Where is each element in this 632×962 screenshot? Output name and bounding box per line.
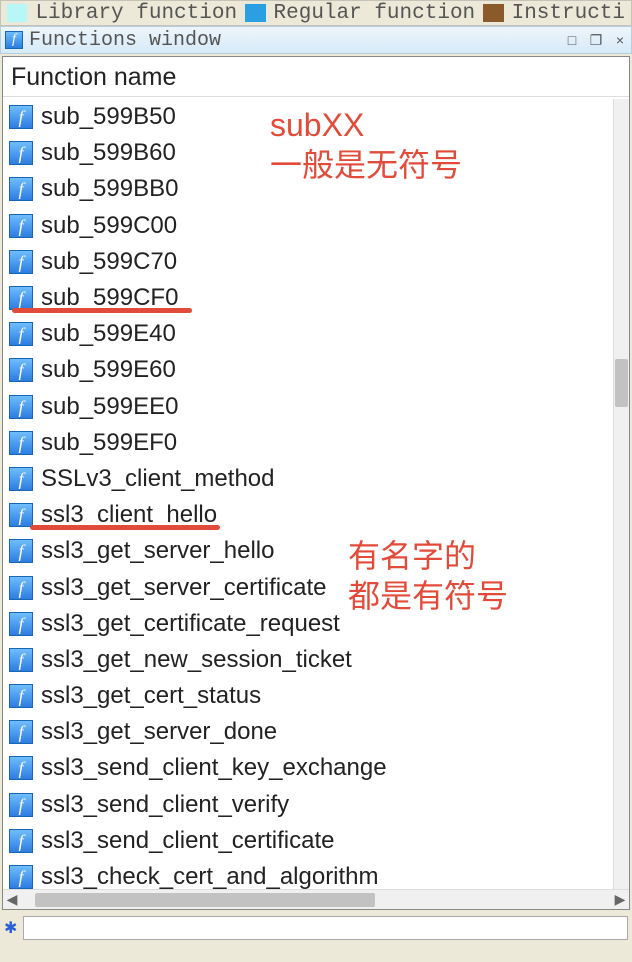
function-name: ssl3_send_client_key_exchange: [41, 754, 387, 782]
function-icon: f: [9, 720, 33, 744]
function-row[interactable]: f SSLv3_client_method: [3, 461, 613, 497]
function-row[interactable]: f ssl3_get_server_done: [3, 714, 613, 750]
hscroll-track[interactable]: [21, 893, 611, 907]
function-name: sub_599B50: [41, 103, 176, 131]
legend-instruction-swatch: [483, 4, 503, 22]
function-name: sub_599C70: [41, 248, 177, 276]
function-name: sub_599B60: [41, 139, 176, 167]
function-icon: f: [9, 177, 33, 201]
function-icon: f: [9, 395, 33, 419]
panel-minimize-button[interactable]: □: [565, 33, 579, 47]
function-icon: f: [9, 576, 33, 600]
function-icon: f: [9, 467, 33, 491]
function-icon: f: [9, 250, 33, 274]
function-row[interactable]: f sub_599E40: [3, 316, 613, 352]
legend-instruction-text: Instructi: [512, 2, 625, 25]
panel-close-button[interactable]: ×: [613, 33, 627, 47]
function-row[interactable]: f sub_599EE0: [3, 389, 613, 425]
hscroll-thumb[interactable]: [35, 893, 375, 907]
function-name: ssl3_get_new_session_ticket: [41, 646, 352, 674]
command-input[interactable]: [23, 916, 628, 940]
function-row[interactable]: f ssl3_check_cert_and_algorithm: [3, 859, 613, 889]
function-name: ssl3_client_hello: [41, 501, 217, 529]
panel-restore-button[interactable]: ❐: [589, 33, 603, 47]
legend-regular-swatch: [245, 4, 265, 22]
function-row[interactable]: f sub_599E60: [3, 352, 613, 388]
command-star-icon: ✱: [4, 918, 17, 938]
command-bar: ✱: [0, 912, 632, 944]
function-row[interactable]: f sub_599B60: [3, 135, 613, 171]
function-icon: f: [9, 358, 33, 382]
function-name: ssl3_get_server_certificate: [41, 574, 326, 602]
function-icon: f: [9, 684, 33, 708]
panel-title-text: Functions window: [29, 29, 555, 52]
function-row[interactable]: f sub_599CF0: [3, 280, 613, 316]
function-row[interactable]: f sub_599C00: [3, 208, 613, 244]
function-name: sub_599E60: [41, 356, 176, 384]
horizontal-scrollbar[interactable]: ◀ ▶: [3, 889, 629, 909]
list-column-header[interactable]: Function name: [3, 57, 629, 97]
function-row[interactable]: f ssl3_get_server_certificate: [3, 569, 613, 605]
function-name: sub_599EF0: [41, 429, 177, 457]
hscroll-left-arrow-icon[interactable]: ◀: [3, 891, 21, 909]
panel-titlebar[interactable]: f Functions window □ ❐ ×: [0, 26, 632, 54]
function-icon: f: [9, 214, 33, 238]
function-name: ssl3_get_server_hello: [41, 537, 274, 565]
function-name: ssl3_get_server_done: [41, 718, 277, 746]
function-row[interactable]: f ssl3_get_server_hello: [3, 533, 613, 569]
function-icon: f: [9, 503, 33, 527]
function-name: ssl3_send_client_verify: [41, 791, 289, 819]
function-icon: f: [9, 756, 33, 780]
function-row[interactable]: f ssl3_send_client_verify: [3, 787, 613, 823]
legend-library-text: Library function: [35, 2, 237, 25]
function-name: sub_599E40: [41, 320, 176, 348]
legend-regular-text: Regular function: [274, 2, 476, 25]
legend-library-swatch: [7, 4, 27, 22]
functions-list-body[interactable]: fsub_599B50fsub_599B60fsub_599BB0fsub_59…: [3, 99, 613, 889]
function-row[interactable]: f sub_599EF0: [3, 425, 613, 461]
legend-bar: Library function Regular function Instru…: [0, 0, 632, 26]
functions-window-icon: f: [5, 31, 23, 49]
function-icon: f: [9, 865, 33, 889]
function-name: ssl3_send_client_certificate: [41, 827, 335, 855]
function-icon: f: [9, 322, 33, 346]
function-icon: f: [9, 612, 33, 636]
function-icon: f: [9, 539, 33, 563]
function-icon: f: [9, 648, 33, 672]
function-name: sub_599C00: [41, 212, 177, 240]
vertical-scrollbar-thumb[interactable]: [615, 359, 628, 407]
function-icon: f: [9, 286, 33, 310]
function-name: sub_599CF0: [41, 284, 178, 312]
function-name: ssl3_get_certificate_request: [41, 610, 340, 638]
function-row[interactable]: f sub_599BB0: [3, 171, 613, 207]
function-row[interactable]: f ssl3_send_client_key_exchange: [3, 750, 613, 786]
hscroll-right-arrow-icon[interactable]: ▶: [611, 891, 629, 909]
function-row[interactable]: f sub_599C70: [3, 244, 613, 280]
function-row[interactable]: f ssl3_get_certificate_request: [3, 606, 613, 642]
function-name: ssl3_get_cert_status: [41, 682, 261, 710]
function-name: ssl3_check_cert_and_algorithm: [41, 863, 379, 889]
function-icon: f: [9, 793, 33, 817]
function-row[interactable]: f sub_599B50: [3, 99, 613, 135]
function-icon: f: [9, 431, 33, 455]
function-icon: f: [9, 829, 33, 853]
function-name: SSLv3_client_method: [41, 465, 274, 493]
function-row[interactable]: f ssl3_send_client_certificate: [3, 823, 613, 859]
function-icon: f: [9, 105, 33, 129]
function-icon: f: [9, 141, 33, 165]
function-row[interactable]: f ssl3_client_hello: [3, 497, 613, 533]
vertical-scrollbar[interactable]: [613, 99, 629, 889]
function-row[interactable]: f ssl3_get_new_session_ticket: [3, 642, 613, 678]
functions-list-panel: Function name fsub_599B50fsub_599B60fsub…: [2, 56, 630, 910]
function-name: sub_599EE0: [41, 393, 178, 421]
function-name: sub_599BB0: [41, 175, 178, 203]
function-row[interactable]: f ssl3_get_cert_status: [3, 678, 613, 714]
